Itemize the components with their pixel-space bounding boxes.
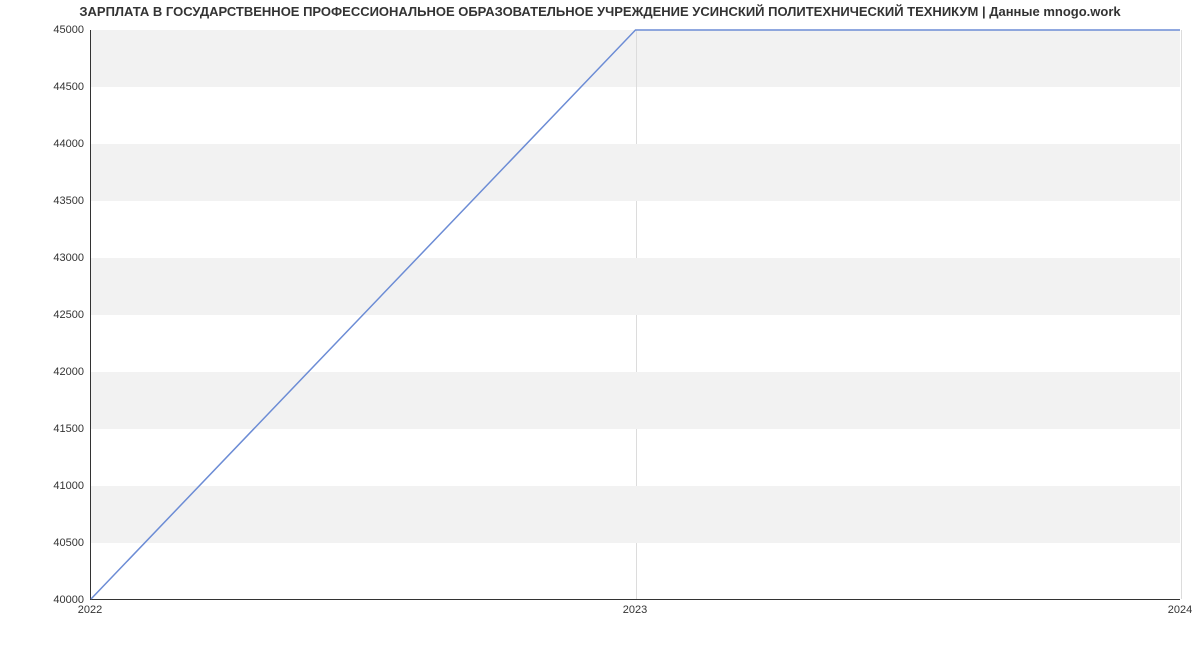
y-tick-label: 42000 bbox=[24, 366, 84, 378]
line-series bbox=[91, 30, 1180, 599]
y-tick-label: 43500 bbox=[24, 195, 84, 207]
y-tick-label: 41500 bbox=[24, 423, 84, 435]
y-tick-label: 40500 bbox=[24, 537, 84, 549]
x-tick-label: 2024 bbox=[1168, 604, 1192, 616]
salary-line bbox=[91, 30, 1180, 599]
chart-title: ЗАРПЛАТА В ГОСУДАРСТВЕННОЕ ПРОФЕССИОНАЛЬ… bbox=[0, 4, 1200, 19]
x-tick-label: 2022 bbox=[78, 604, 102, 616]
y-tick-label: 40000 bbox=[24, 594, 84, 606]
x-tick-label: 2023 bbox=[623, 604, 647, 616]
y-tick-label: 44000 bbox=[24, 138, 84, 150]
y-tick-label: 43000 bbox=[24, 252, 84, 264]
y-tick-label: 41000 bbox=[24, 480, 84, 492]
salary-line-chart: ЗАРПЛАТА В ГОСУДАРСТВЕННОЕ ПРОФЕССИОНАЛЬ… bbox=[0, 0, 1200, 650]
y-tick-label: 44500 bbox=[24, 81, 84, 93]
y-tick-label: 45000 bbox=[24, 24, 84, 36]
vertical-gridline bbox=[1181, 30, 1182, 599]
plot-area bbox=[90, 30, 1180, 600]
y-tick-label: 42500 bbox=[24, 309, 84, 321]
